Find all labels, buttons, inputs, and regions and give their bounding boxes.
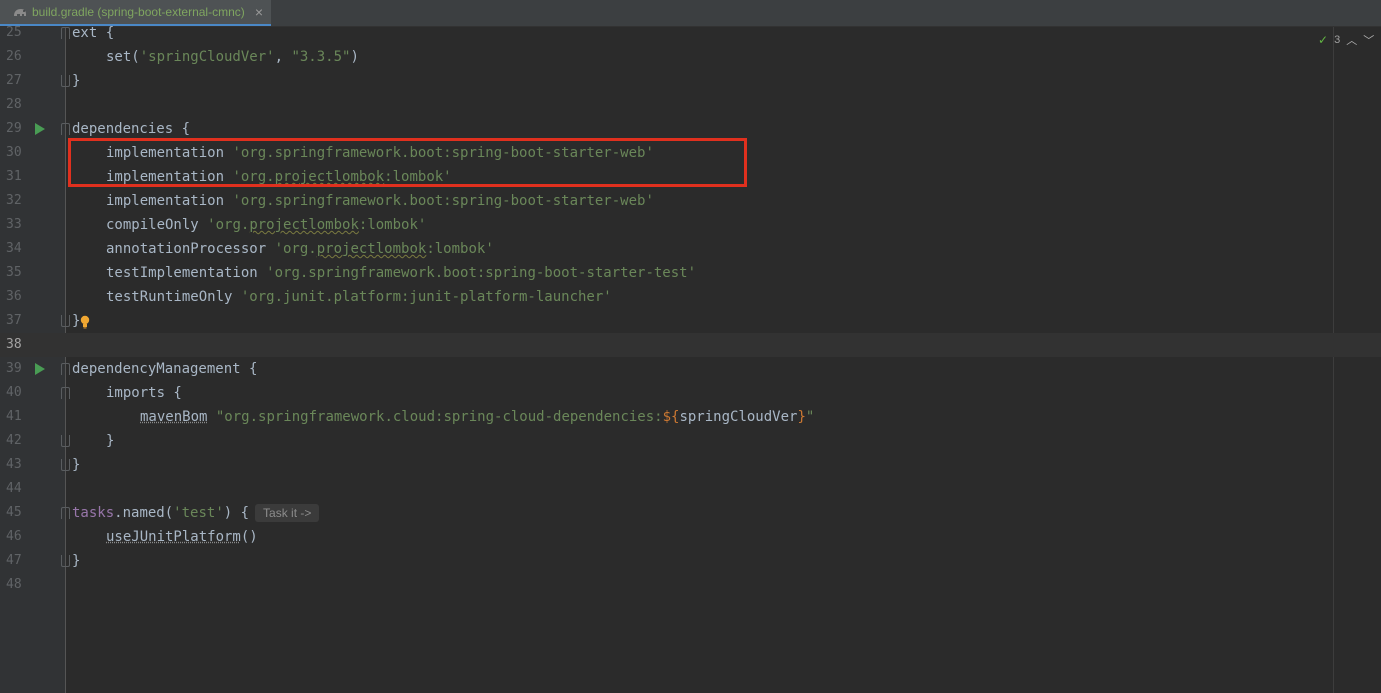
fold-marker-icon[interactable] bbox=[61, 555, 70, 567]
run-icon[interactable] bbox=[35, 123, 45, 135]
code-line: 32 implementation 'org.springframework.b… bbox=[0, 189, 1381, 213]
code-line: 28 bbox=[0, 93, 1381, 117]
line-number: 28 bbox=[6, 97, 22, 112]
code-text: testImplementation 'org.springframework.… bbox=[106, 265, 697, 281]
code-text: compileOnly 'org.projectlombok:lombok' bbox=[106, 217, 427, 233]
line-number: 37 bbox=[6, 313, 22, 328]
code-text: annotationProcessor 'org.projectlombok:l… bbox=[106, 241, 494, 257]
code-line: 44 bbox=[0, 477, 1381, 501]
fold-marker-icon[interactable] bbox=[61, 363, 70, 375]
line-number: 41 bbox=[6, 409, 22, 424]
code-line: 35 testImplementation 'org.springframewo… bbox=[0, 261, 1381, 285]
code-text: dependencyManagement { bbox=[72, 361, 258, 377]
line-number: 43 bbox=[6, 457, 22, 472]
code-line: 43 } bbox=[0, 453, 1381, 477]
code-line: 42 } bbox=[0, 429, 1381, 453]
line-number: 46 bbox=[6, 529, 22, 544]
line-number: 40 bbox=[6, 385, 22, 400]
line-number: 35 bbox=[6, 265, 22, 280]
line-number: 42 bbox=[6, 433, 22, 448]
code-line: 26 set('springCloudVer', "3.3.5") bbox=[0, 45, 1381, 69]
code-line: 48 bbox=[0, 573, 1381, 597]
inlay-hint: Task it -> bbox=[255, 504, 320, 522]
gradle-elephant-icon bbox=[12, 6, 28, 18]
line-number: 29 bbox=[6, 121, 22, 136]
code-line: 41 mavenBom "org.springframework.cloud:s… bbox=[0, 405, 1381, 429]
code-text: } bbox=[72, 553, 81, 569]
code-line-current: 38 bbox=[0, 333, 1381, 357]
tab-close-button[interactable]: × bbox=[255, 5, 263, 19]
highlight-annotation-box bbox=[68, 138, 747, 187]
code-line: 46 useJUnitPlatform() bbox=[0, 525, 1381, 549]
fold-marker-icon[interactable] bbox=[61, 435, 70, 447]
line-number: 25 bbox=[6, 25, 22, 40]
fold-marker-icon[interactable] bbox=[61, 75, 70, 87]
lightbulb-icon[interactable] bbox=[80, 314, 90, 329]
line-number: 32 bbox=[6, 193, 22, 208]
line-number: 36 bbox=[6, 289, 22, 304]
code-text: imports { bbox=[106, 385, 182, 401]
code-line: 27 } bbox=[0, 69, 1381, 93]
fold-marker-icon[interactable] bbox=[61, 459, 70, 471]
line-number: 47 bbox=[6, 553, 22, 568]
code-line: 36 testRuntimeOnly 'org.junit.platform:j… bbox=[0, 285, 1381, 309]
line-number: 44 bbox=[6, 481, 22, 496]
code-text: } bbox=[72, 457, 81, 473]
line-number: 48 bbox=[6, 577, 22, 592]
code-line: 34 annotationProcessor 'org.projectlombo… bbox=[0, 237, 1381, 261]
code-line: 39 dependencyManagement { bbox=[0, 357, 1381, 381]
fold-marker-icon[interactable] bbox=[61, 123, 70, 135]
code-text: tasks.named('test') {Task it -> bbox=[72, 501, 320, 525]
fold-marker-icon[interactable] bbox=[61, 315, 70, 327]
code-text: testRuntimeOnly 'org.junit.platform:juni… bbox=[106, 289, 612, 305]
code-line: 40 imports { bbox=[0, 381, 1381, 405]
code-line: 25 ext { bbox=[0, 21, 1381, 45]
code-editor[interactable]: 25 ext { 26 set('springCloudVer', "3.3.5… bbox=[0, 21, 1381, 597]
line-number: 27 bbox=[6, 73, 22, 88]
line-number: 31 bbox=[6, 169, 22, 184]
line-number: 39 bbox=[6, 361, 22, 376]
line-number: 26 bbox=[6, 49, 22, 64]
tab-title: build.gradle (spring-boot-external-cmnc) bbox=[32, 5, 245, 19]
code-text: mavenBom "org.springframework.cloud:spri… bbox=[140, 409, 815, 425]
code-text: } bbox=[72, 73, 81, 89]
code-text: implementation 'org.springframework.boot… bbox=[106, 193, 654, 209]
line-number: 34 bbox=[6, 241, 22, 256]
line-number: 30 bbox=[6, 145, 22, 160]
code-line: 33 compileOnly 'org.projectlombok:lombok… bbox=[0, 213, 1381, 237]
code-text: ext { bbox=[72, 25, 115, 41]
line-number: 38 bbox=[6, 337, 22, 352]
line-number: 45 bbox=[6, 505, 22, 520]
fold-marker-icon[interactable] bbox=[61, 27, 70, 39]
code-text: set('springCloudVer', "3.3.5") bbox=[106, 49, 359, 65]
code-line: 45 tasks.named('test') {Task it -> bbox=[0, 501, 1381, 525]
code-text: useJUnitPlatform() bbox=[106, 529, 258, 545]
fold-marker-icon[interactable] bbox=[61, 387, 70, 399]
line-number: 33 bbox=[6, 217, 22, 232]
run-icon[interactable] bbox=[35, 363, 45, 375]
fold-marker-icon[interactable] bbox=[61, 507, 70, 519]
code-text: } bbox=[106, 433, 115, 449]
code-line: 37 } bbox=[0, 309, 1381, 333]
code-line: 47 } bbox=[0, 549, 1381, 573]
